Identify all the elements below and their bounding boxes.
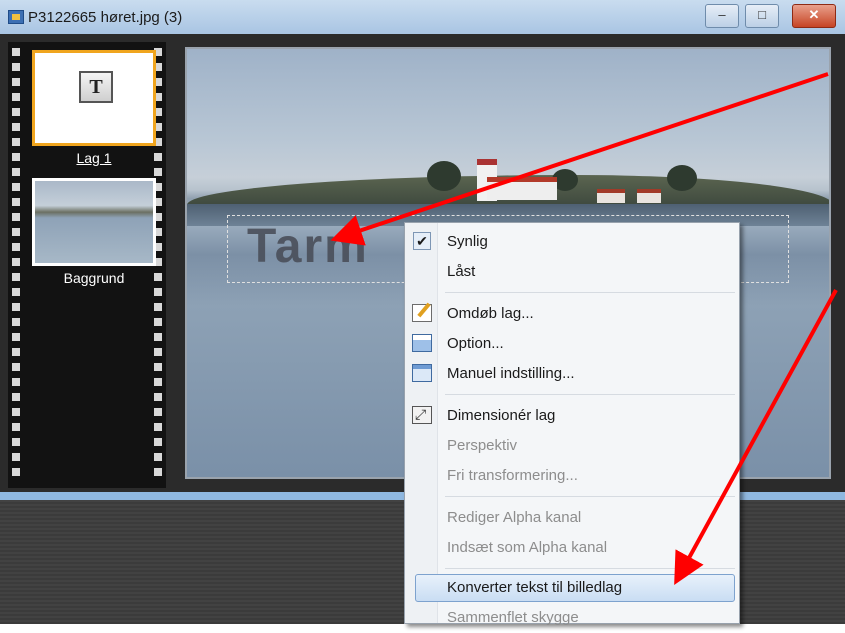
canvas-text-left: Tarm	[247, 220, 369, 273]
minimize-button[interactable]: –	[705, 4, 739, 28]
film-perforation	[12, 228, 20, 236]
film-perforation	[12, 423, 20, 431]
menu-item-resize-layer[interactable]: Dimensionér lag	[405, 401, 739, 431]
film-perforation	[12, 168, 20, 176]
film-perforation	[12, 183, 20, 191]
film-perforation	[12, 198, 20, 206]
menu-item-label: Indsæt som Alpha kanal	[447, 539, 608, 556]
film-perforation	[12, 273, 20, 281]
menu-item-label: Omdøb lag...	[447, 305, 534, 322]
church-body	[487, 177, 557, 200]
film-perforation	[12, 258, 20, 266]
film-perforation	[12, 303, 20, 311]
layer-label-lag1[interactable]: Lag 1	[29, 150, 159, 166]
minimize-icon: –	[718, 7, 726, 22]
resize-icon	[412, 406, 432, 424]
menu-item-label: Fri transformering...	[447, 467, 578, 484]
text-layer-icon: T	[79, 71, 113, 103]
film-perforation	[154, 168, 162, 176]
film-perforation	[154, 363, 162, 371]
film-perforation	[154, 348, 162, 356]
film-perforation	[154, 318, 162, 326]
menu-item-label: Låst	[447, 263, 476, 280]
film-perforation	[154, 303, 162, 311]
menu-item-perspective[interactable]: Perspektiv	[405, 431, 739, 461]
film-perforation	[12, 468, 20, 476]
menu-item-label: Synlig	[447, 233, 488, 250]
house-shape	[637, 189, 661, 203]
house-shape	[597, 189, 625, 203]
menu-item-edit-alpha[interactable]: Rediger Alpha kanal	[405, 503, 739, 533]
film-perforation	[154, 378, 162, 386]
film-perforation	[12, 78, 20, 86]
layer-thumb-background[interactable]	[32, 178, 156, 266]
menu-item-manual-settings[interactable]: Manuel indstilling...	[405, 359, 739, 389]
film-perforation	[12, 318, 20, 326]
rename-icon	[412, 304, 432, 322]
film-perforation	[12, 453, 20, 461]
film-perforation	[12, 138, 20, 146]
menu-item-label: Dimensionér lag	[447, 407, 556, 424]
layers-panel: T Lag 1 Baggrund	[8, 42, 166, 488]
film-perforation	[12, 393, 20, 401]
film-perforation	[154, 333, 162, 341]
menu-item-merge-shadow[interactable]: Sammenflet skygge	[405, 603, 739, 633]
menu-separator	[445, 568, 735, 569]
menu-item-option[interactable]: Option...	[405, 329, 739, 359]
film-perforation	[12, 93, 20, 101]
film-perforation	[12, 408, 20, 416]
film-perforation	[12, 123, 20, 131]
menu-item-free-transform[interactable]: Fri transformering...	[405, 461, 739, 491]
layer-thumb-text[interactable]: T	[32, 50, 156, 146]
film-perforation	[154, 453, 162, 461]
film-perforation	[154, 288, 162, 296]
menu-item-label: Rediger Alpha kanal	[447, 509, 582, 526]
layer-context-menu: ✔ Synlig Låst Omdøb lag... Option... Man…	[404, 222, 740, 626]
menu-separator	[445, 292, 735, 293]
menu-item-label: Option...	[447, 335, 504, 352]
maximize-icon: □	[758, 7, 766, 22]
background-thumbnail-image	[35, 181, 153, 263]
menu-item-label: Sammenflet skygge	[447, 609, 579, 626]
menu-item-insert-alpha[interactable]: Indsæt som Alpha kanal	[405, 533, 739, 563]
menu-separator	[445, 496, 735, 497]
film-perforation	[12, 438, 20, 446]
menu-item-synlig[interactable]: ✔ Synlig	[405, 227, 739, 257]
layer-label-background[interactable]: Baggrund	[29, 270, 159, 286]
checkmark-icon: ✔	[413, 232, 431, 250]
menu-item-label: Konverter tekst til billedlag	[447, 579, 623, 596]
window-title: P3122665 høret.jpg (3)	[28, 9, 183, 26]
film-perforation	[12, 213, 20, 221]
film-perforation	[12, 63, 20, 71]
tree-shape	[427, 161, 461, 191]
film-perforation	[12, 348, 20, 356]
menu-item-label: Perspektiv	[447, 437, 518, 454]
film-perforation	[12, 378, 20, 386]
menu-item-label: Manuel indstilling...	[447, 365, 575, 382]
film-perforation	[12, 363, 20, 371]
window-title-bar: P3122665 høret.jpg (3) – □ ✕	[0, 0, 845, 34]
film-perforation	[12, 333, 20, 341]
film-perforation	[12, 153, 20, 161]
maximize-button[interactable]: □	[745, 4, 779, 28]
film-perforation	[154, 423, 162, 431]
film-perforation	[12, 108, 20, 116]
option-icon	[412, 334, 432, 352]
film-perforation	[154, 393, 162, 401]
app-icon	[8, 10, 24, 24]
menu-item-laast[interactable]: Låst	[405, 257, 739, 287]
film-perforation	[154, 438, 162, 446]
tree-shape	[667, 165, 697, 191]
film-perforation	[12, 48, 20, 56]
close-icon: ✕	[808, 7, 820, 22]
close-button[interactable]: ✕	[792, 4, 836, 28]
film-perforation	[12, 288, 20, 296]
film-perforation	[12, 243, 20, 251]
menu-item-convert-text-to-image[interactable]: Konverter tekst til billedlag	[405, 573, 739, 603]
menu-item-rename[interactable]: Omdøb lag...	[405, 299, 739, 329]
manual-settings-icon	[412, 364, 432, 382]
film-perforation	[154, 408, 162, 416]
film-perforation	[154, 468, 162, 476]
menu-separator	[445, 394, 735, 395]
